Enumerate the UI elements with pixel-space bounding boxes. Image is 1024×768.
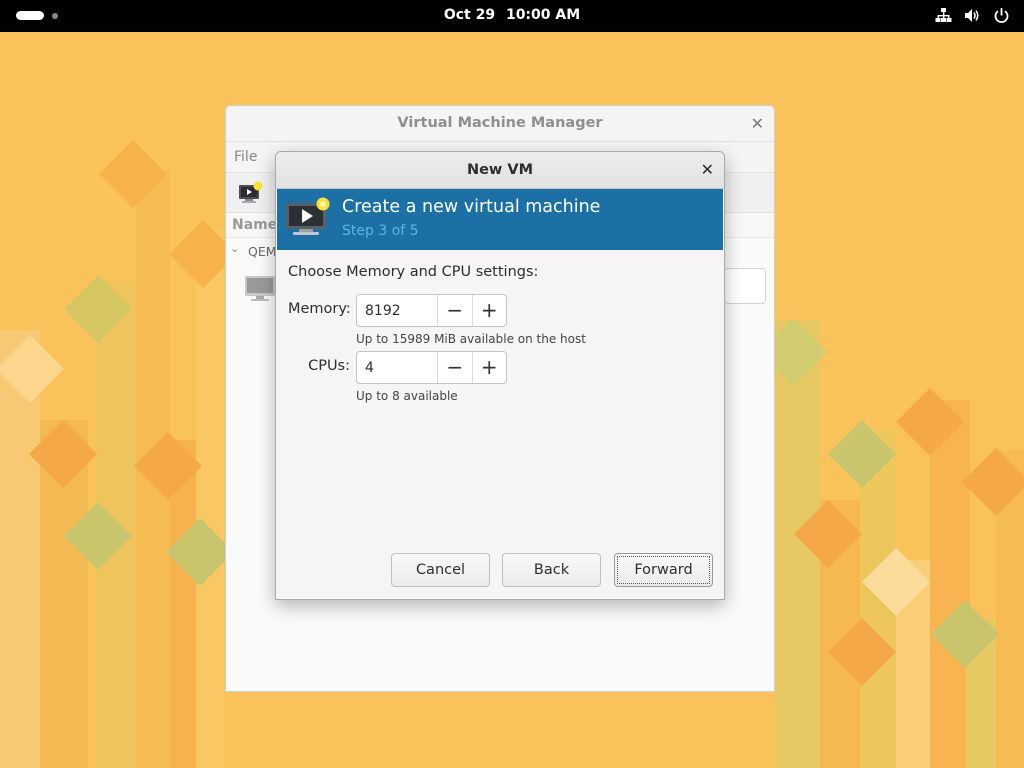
network-icon[interactable] [935,7,952,24]
memory-hint: Up to 15989 MiB available on the host [356,332,586,346]
power-icon[interactable] [993,7,1010,24]
dialog-titlebar[interactable]: New VM ✕ [276,152,724,189]
memory-label: Memory: [288,301,351,317]
vm-monitor-icon[interactable] [244,274,276,302]
main-window-close-icon[interactable]: ✕ [751,106,764,141]
cpus-decrement-button[interactable]: − [437,352,472,383]
clock[interactable]: Oct 29 10:00 AM [0,7,1024,23]
cpus-spinbutton: − + [356,351,507,384]
menu-file[interactable]: File [234,149,257,165]
banner-title: Create a new virtual machine [342,197,601,217]
banner-step: Step 3 of 5 [342,223,419,239]
memory-spinbutton: − + [356,294,507,327]
column-name-header: Name [232,217,278,233]
details-panel [724,268,766,304]
back-button[interactable]: Back [502,553,601,587]
clock-time: 10:00 AM [505,7,581,23]
chevron-down-icon[interactable]: ⌄ [230,242,239,255]
forward-button[interactable]: Forward [614,553,713,587]
dialog-close-icon[interactable]: ✕ [701,152,714,188]
memory-increment-button[interactable]: + [471,295,507,326]
system-tray[interactable] [935,7,1010,24]
main-window-titlebar[interactable]: Virtual Machine Manager ✕ [226,106,774,142]
clock-date: Oct 29 [443,7,496,23]
new-vm-icon [286,197,330,235]
memory-decrement-button[interactable]: − [437,295,472,326]
wizard-banner: Create a new virtual machine Step 3 of 5 [277,189,723,250]
volume-icon[interactable] [964,7,981,24]
dialog-title: New VM [466,162,534,178]
main-window-title: Virtual Machine Manager [397,115,603,131]
cpus-hint: Up to 8 available [356,389,458,403]
new-vm-dialog: New VM ✕ Create a new virtual machine St… [275,151,725,600]
cpus-increment-button[interactable]: + [471,352,507,383]
cpus-input[interactable] [357,352,437,383]
memory-input[interactable] [357,295,437,326]
section-label: Choose Memory and CPU settings: [288,264,539,280]
new-vm-toolbar-icon[interactable] [238,181,264,205]
cpus-label: CPUs: [308,358,350,374]
cancel-button[interactable]: Cancel [391,553,490,587]
top-bar: Oct 29 10:00 AM [0,0,1024,32]
